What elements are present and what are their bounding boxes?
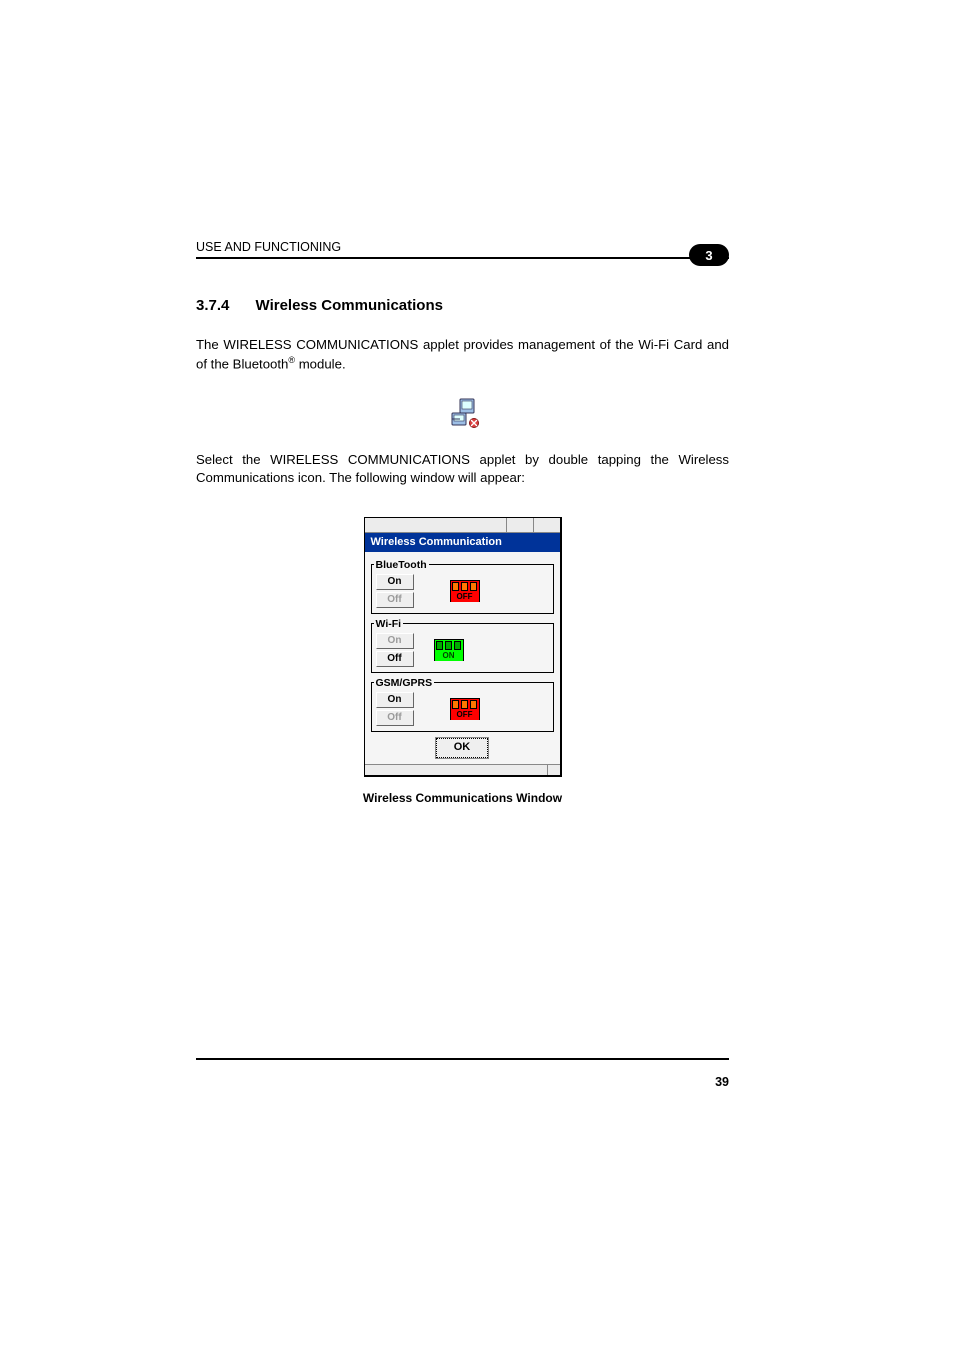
resize-grip-icon xyxy=(547,765,560,775)
header-label: USE AND FUNCTIONING xyxy=(196,240,341,254)
btncol-wifi: On Off xyxy=(376,633,414,667)
chapter-badge: 3 xyxy=(689,244,729,266)
row-wifi: On Off ON xyxy=(376,633,549,667)
ok-button[interactable]: OK xyxy=(436,738,488,758)
paragraph-1: The WIRELESS COMMUNICATIONS applet provi… xyxy=(196,336,729,373)
applet-icon-row xyxy=(196,395,729,429)
wifi-off-button[interactable]: Off xyxy=(376,651,414,667)
legend-wifi: Wi-Fi xyxy=(374,618,404,630)
section-heading: 3.7.4 Wireless Communications xyxy=(196,297,729,314)
bluetooth-off-button[interactable]: Off xyxy=(376,592,414,608)
bluetooth-indicator-icon: OFF xyxy=(450,580,480,602)
dialog-menubar xyxy=(365,518,560,533)
header-rule xyxy=(196,257,729,259)
group-gsm: GSM/GPRS On Off OFF xyxy=(371,677,554,732)
group-wifi: Wi-Fi On Off ON xyxy=(371,618,554,673)
wifi-on-button[interactable]: On xyxy=(376,633,414,649)
wireless-dialog: Wireless Communication BlueTooth On Off … xyxy=(364,517,562,777)
figure: Wireless Communication BlueTooth On Off … xyxy=(196,517,729,777)
legend-gsm: GSM/GPRS xyxy=(374,677,435,689)
paragraph-1b: module. xyxy=(295,356,346,371)
dialog-statusbar xyxy=(365,764,560,775)
btncol-gsm: On Off xyxy=(376,692,414,726)
row-gsm: On Off OFF xyxy=(376,692,549,726)
gsm-indicator-icon: OFF xyxy=(450,698,480,720)
figure-caption: Wireless Communications Window xyxy=(196,791,729,805)
group-bluetooth: BlueTooth On Off OFF xyxy=(371,559,554,614)
wireless-communications-icon xyxy=(446,395,480,429)
ok-row: OK xyxy=(369,738,556,758)
paragraph-2: Select the WIRELESS COMMUNICATIONS apple… xyxy=(196,451,729,487)
row-bluetooth: On Off OFF xyxy=(376,574,549,608)
btncol-bluetooth: On Off xyxy=(376,574,414,608)
gsm-on-button[interactable]: On xyxy=(376,692,414,708)
header-badge-wrap: 3 xyxy=(689,232,729,254)
dialog-title: Wireless Communication xyxy=(365,533,560,552)
page-header: USE AND FUNCTIONING 3 xyxy=(196,232,729,254)
gsm-off-button[interactable]: Off xyxy=(376,710,414,726)
footer-rule xyxy=(196,1058,729,1060)
section-number: 3.7.4 xyxy=(196,297,229,314)
paragraph-1a: The WIRELESS COMMUNICATIONS applet provi… xyxy=(196,337,729,371)
legend-bluetooth: BlueTooth xyxy=(374,559,429,571)
dialog-body: BlueTooth On Off OFF Wi-Fi xyxy=(365,552,560,764)
bluetooth-on-button[interactable]: On xyxy=(376,574,414,590)
page-number: 39 xyxy=(715,1075,729,1089)
wifi-indicator-icon: ON xyxy=(434,639,464,661)
section-title: Wireless Communications xyxy=(256,297,443,314)
page: USE AND FUNCTIONING 3 3.7.4 Wireless Com… xyxy=(0,0,954,1351)
